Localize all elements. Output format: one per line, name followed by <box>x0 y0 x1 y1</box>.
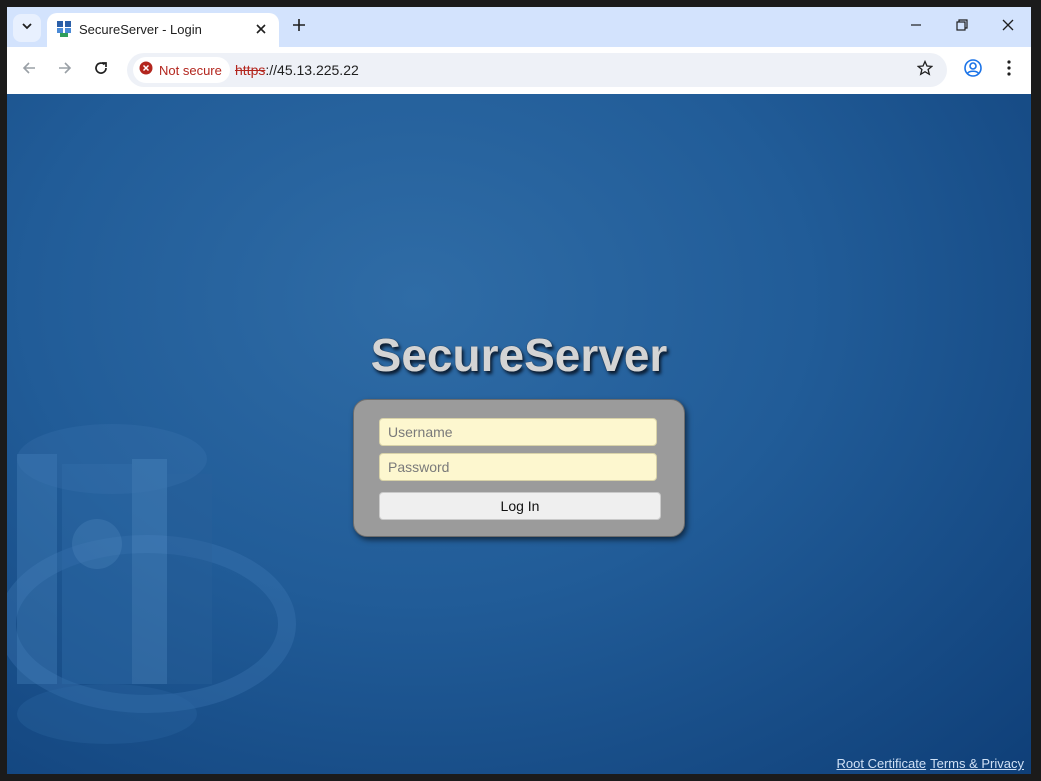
tab-search-button[interactable] <box>13 14 41 42</box>
back-button[interactable] <box>17 58 41 82</box>
url-host: ://45.13.225.22 <box>265 62 359 78</box>
new-tab-button[interactable] <box>289 17 309 37</box>
minimize-icon <box>910 18 922 36</box>
server-illustration-icon <box>7 424 296 744</box>
arrow-left-icon <box>21 60 37 81</box>
warning-icon <box>139 61 153 80</box>
root-certificate-link[interactable]: Root Certificate <box>837 756 927 771</box>
login-form: Log In <box>353 399 685 537</box>
tab-close-button[interactable] <box>251 20 271 40</box>
url-text[interactable]: https://45.13.225.22 <box>235 62 359 78</box>
close-window-button[interactable] <box>996 15 1020 39</box>
bookmark-button[interactable] <box>913 58 937 82</box>
reload-icon <box>93 60 109 81</box>
restore-icon <box>956 18 968 36</box>
address-bar[interactable]: Not secure https://45.13.225.22 <box>127 53 947 87</box>
footer-links: Root Certificate Terms & Privacy <box>833 756 1025 771</box>
server-favicon-icon <box>57 21 71 37</box>
brand-title: SecureServer <box>370 329 668 381</box>
login-page: SecureServer Log In Root CertificateTerm… <box>7 94 1031 774</box>
close-icon <box>256 21 266 39</box>
security-label: Not secure <box>159 62 222 78</box>
close-icon <box>1002 18 1014 36</box>
forward-button[interactable] <box>53 58 77 82</box>
minimize-button[interactable] <box>904 15 928 39</box>
browser-menu-button[interactable] <box>997 58 1021 82</box>
username-input[interactable] <box>379 418 657 446</box>
restore-button[interactable] <box>950 15 974 39</box>
arrow-right-icon <box>57 60 73 81</box>
profile-icon <box>964 58 982 82</box>
tab-active[interactable]: SecureServer - Login <box>47 13 279 47</box>
chevron-down-icon <box>21 19 33 37</box>
security-chip[interactable]: Not secure <box>133 57 230 83</box>
terms-privacy-link[interactable]: Terms & Privacy <box>930 756 1024 771</box>
profile-button[interactable] <box>961 58 985 82</box>
tab-strip: SecureServer - Login <box>7 7 1031 47</box>
tab-title: SecureServer - Login <box>79 22 202 37</box>
url-scheme: https <box>235 62 266 78</box>
browser-window: SecureServer - Login Not secure https://… <box>7 7 1031 774</box>
login-button[interactable]: Log In <box>379 492 661 520</box>
plus-icon <box>293 18 305 36</box>
star-icon <box>916 59 934 81</box>
password-input[interactable] <box>379 453 657 481</box>
reload-button[interactable] <box>89 58 113 82</box>
browser-toolbar: Not secure https://45.13.225.22 <box>7 47 1031 94</box>
more-vert-icon <box>1007 59 1011 81</box>
